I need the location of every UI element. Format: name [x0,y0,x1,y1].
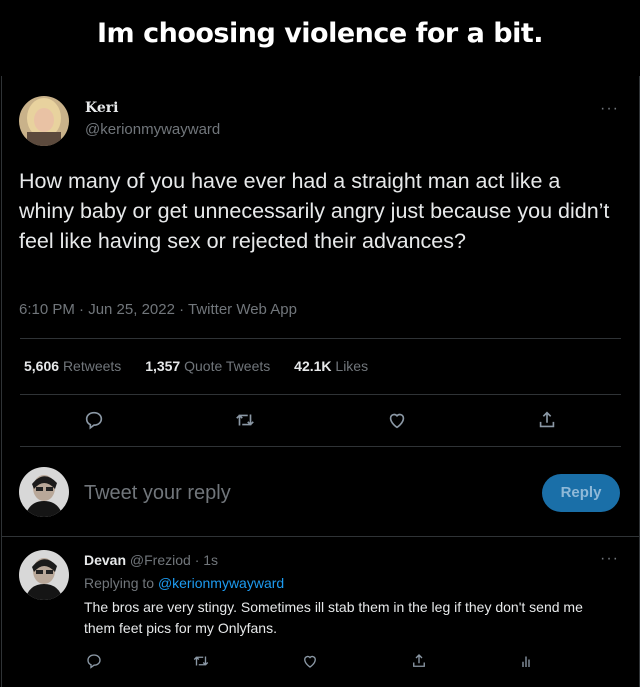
composer-divider [2,536,639,537]
reply-time[interactable]: · 1s [195,552,218,568]
meme-caption: Im choosing violence for a bit. [97,18,543,49]
reply-avatar[interactable] [19,550,69,600]
tweet-stats: 5,606 Retweets 1,357 Quote Tweets 42.1K … [24,358,368,374]
retweet-icon[interactable] [192,652,214,674]
comment-icon[interactable] [85,652,107,674]
composer-avatar[interactable] [19,467,69,517]
share-icon[interactable] [536,409,558,431]
author-display-name[interactable]: Keri [85,100,118,116]
comment-icon[interactable] [83,409,105,431]
reply-input[interactable]: Tweet your reply [84,482,524,505]
divider [20,446,621,447]
author-handle[interactable]: @kerionmywayward [85,121,220,138]
author-avatar[interactable] [19,96,69,146]
replying-to-handle[interactable]: @kerionmywayward [158,575,284,591]
like-icon[interactable] [386,409,408,431]
retweets-stat[interactable]: 5,606 Retweets [24,358,121,374]
quote-tweets-stat[interactable]: 1,357 Quote Tweets [145,358,270,374]
more-options-icon[interactable]: ··· [600,100,619,118]
reply-button[interactable]: Reply [542,474,620,512]
reply-header: Devan @Freziod · 1s [84,552,218,568]
divider [20,338,621,339]
reply-handle[interactable]: @Freziod [130,552,191,568]
reply-more-options-icon[interactable]: ··· [600,550,619,568]
tweet-timestamp[interactable]: 6:10 PM · Jun 25, 2022 · Twitter Web App [19,301,297,318]
reply-text: The bros are very stingy. Sometimes ill … [84,599,583,636]
replying-to: Replying to @kerionmywayward [84,575,285,591]
tweet-text: How many of you have ever had a straight… [19,169,610,253]
share-icon[interactable] [410,652,432,674]
likes-stat[interactable]: 42.1K Likes [294,358,368,374]
analytics-icon[interactable] [517,652,539,674]
reply-display-name[interactable]: Devan [84,552,126,568]
like-icon[interactable] [301,652,323,674]
retweet-icon[interactable] [234,409,256,431]
tweet-frame: Keri @kerionmywayward ··· How many of yo… [1,76,640,687]
divider [20,394,621,395]
